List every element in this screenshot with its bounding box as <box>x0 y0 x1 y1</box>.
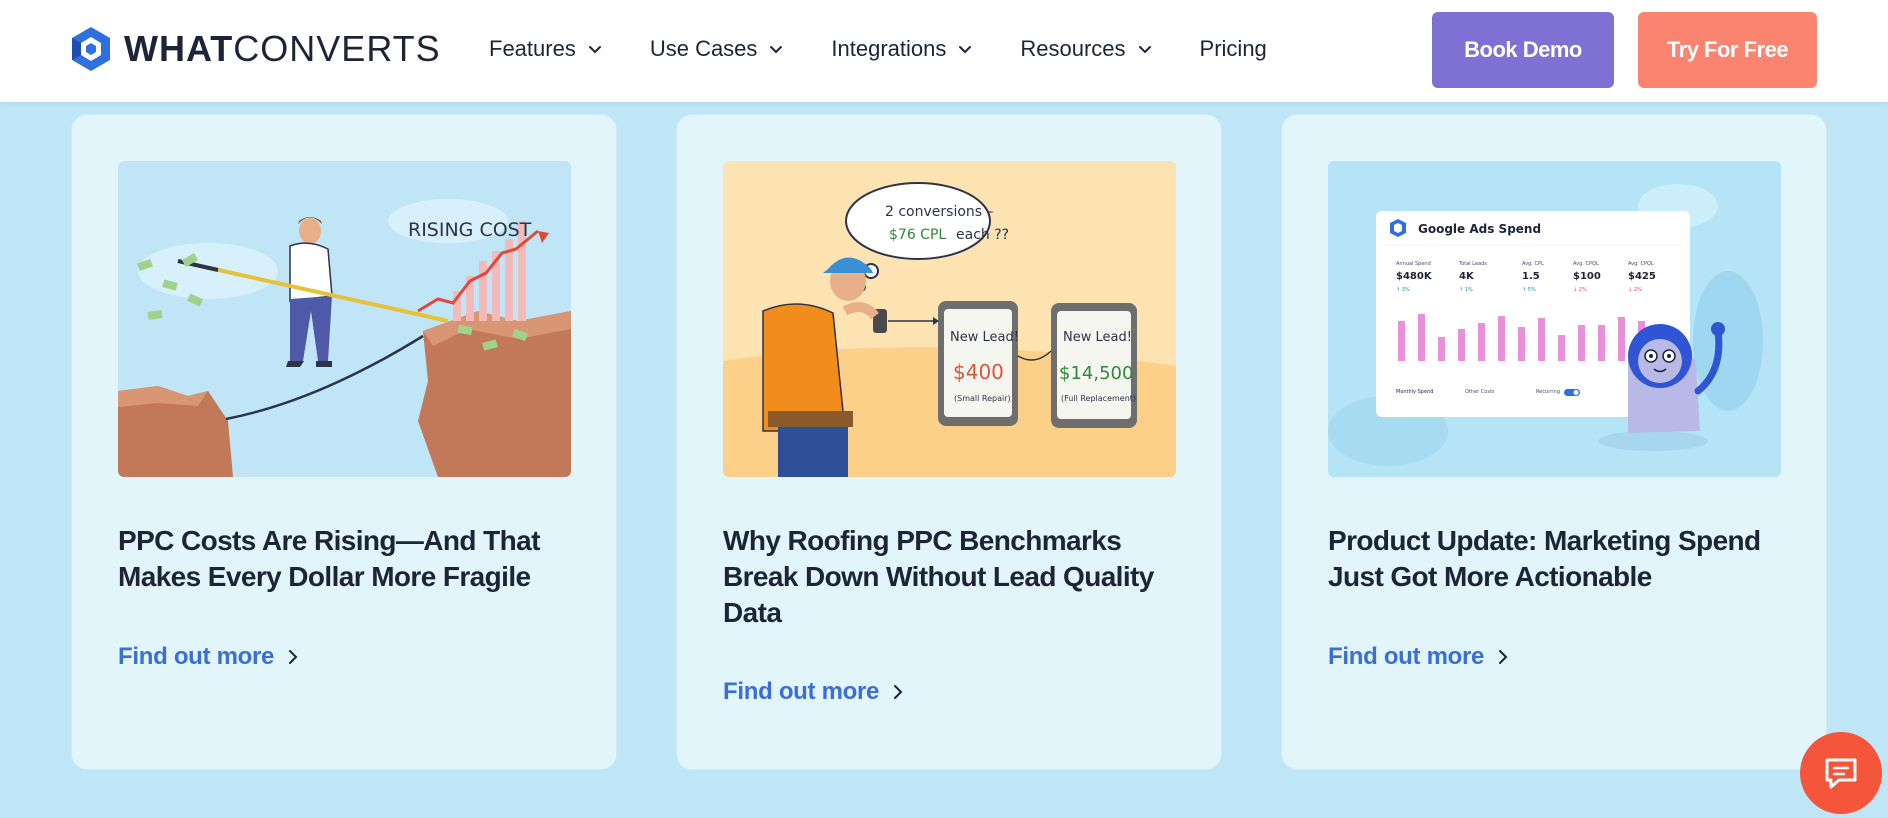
bubble-line-1: 2 conversions – <box>885 204 994 220</box>
stat-label: Avg. CPQL <box>1573 261 1599 267</box>
chat-bubble-icon <box>1825 758 1857 789</box>
stat-label: Total Leads <box>1458 261 1487 267</box>
card-image-google-ads-spend[interactable]: Google Ads Spend Annual Spend $480K ↑ 3%… <box>1328 161 1781 477</box>
stat-value: $425 <box>1628 271 1656 282</box>
stat-label: Avg. CPL <box>1522 261 1544 267</box>
stat-badge: ↓ 2% <box>1628 287 1642 293</box>
stat-value: 1.5 <box>1522 271 1540 282</box>
chevron-down-icon <box>588 46 601 54</box>
logo-what: WHAT <box>124 28 234 69</box>
rising-cost-caption: RISING COST <box>408 219 532 241</box>
card-title[interactable]: Product Update: Marketing Spend Just Got… <box>1328 523 1788 595</box>
legend-monthly: Monthly Spend <box>1396 389 1433 395</box>
chevron-right-icon <box>1499 650 1508 664</box>
card-image-rising-cost[interactable]: RISING COST <box>118 161 571 477</box>
stat-label: Annual Spend <box>1396 261 1431 267</box>
stat-label: Avg. CPQL <box>1628 261 1654 267</box>
phone1-note: (Small Repair) <box>954 394 1011 403</box>
legend-recurring: Recurring <box>1536 389 1560 395</box>
stat-badge: ↑ 5% <box>1522 287 1536 293</box>
stat-badge: ↑ 1% <box>1459 287 1473 293</box>
phone2-title: New Lead! <box>1063 330 1132 345</box>
legend-other: Other Costs <box>1465 389 1495 395</box>
chevron-down-icon <box>959 46 972 54</box>
find-out-more-link[interactable]: Find out more <box>118 643 300 671</box>
find-out-more-link[interactable]: Find out more <box>723 678 905 706</box>
article-card-roofing-ppc[interactable]: 2 conversions – $76 CPL each ?? New Lead… <box>676 114 1222 770</box>
find-out-more-label: Find out more <box>118 643 275 670</box>
main-nav: Features Use Cases Integrations Resource… <box>489 36 1315 62</box>
stat-badge: ↓ 2% <box>1573 287 1587 293</box>
phone1-value: $400 <box>953 360 1004 384</box>
site-header: WHATCONVERTS Features Use Cases Integrat… <box>0 0 1888 102</box>
article-card-ppc-costs[interactable]: RISING COST PPC Costs Are Rising—And Tha… <box>71 114 617 770</box>
stat-badge: ↑ 3% <box>1396 287 1410 293</box>
nav-resources-label: Resources <box>1020 36 1126 61</box>
nav-integrations[interactable]: Integrations <box>831 36 972 62</box>
chevron-right-icon <box>894 685 903 699</box>
stat-value: 4K <box>1459 271 1475 282</box>
bubble-cpl: $76 CPL <box>889 227 946 243</box>
book-demo-button[interactable]: Book Demo <box>1432 12 1614 88</box>
nav-pricing-label: Pricing <box>1199 36 1267 61</box>
logo[interactable]: WHATCONVERTS <box>70 26 441 72</box>
phone2-value: $14,500 <box>1059 363 1133 384</box>
chevron-down-icon <box>770 46 783 54</box>
stat-value: $480K <box>1396 271 1433 282</box>
google-ads-spend-illustration: Google Ads Spend Annual Spend $480K ↑ 3%… <box>1328 161 1781 477</box>
nav-features[interactable]: Features <box>489 36 602 62</box>
nav-use-cases[interactable]: Use Cases <box>650 36 784 62</box>
try-for-free-button[interactable]: Try For Free <box>1638 12 1817 88</box>
nav-pricing[interactable]: Pricing <box>1200 36 1267 62</box>
phone-full-replacement: New Lead! $14,500 (Full Replacement) <box>1051 303 1137 428</box>
nav-resources[interactable]: Resources <box>1020 36 1151 62</box>
phone-small-repair: New Lead! $400 (Small Repair) <box>938 301 1019 426</box>
find-out-more-label: Find out more <box>723 678 880 705</box>
chevron-down-icon <box>1138 46 1151 54</box>
nav-features-label: Features <box>489 36 576 61</box>
rising-cost-illustration: RISING COST <box>118 161 571 477</box>
card-title[interactable]: Why Roofing PPC Benchmarks Break Down Wi… <box>723 523 1183 631</box>
find-out-more-label: Find out more <box>1328 643 1485 670</box>
card-title[interactable]: PPC Costs Are Rising—And That Makes Ever… <box>118 523 578 595</box>
card-image-roofing[interactable]: 2 conversions – $76 CPL each ?? New Lead… <box>723 161 1176 477</box>
logo-converts: CONVERTS <box>233 28 441 69</box>
phone2-note: (Full Replacement) <box>1061 394 1136 403</box>
nav-use-cases-label: Use Cases <box>649 36 758 61</box>
chevron-right-icon <box>289 650 298 664</box>
whatconverts-hex-icon <box>72 27 110 71</box>
nav-integrations-label: Integrations <box>831 36 947 61</box>
phone1-title: New Lead! <box>950 330 1019 345</box>
stat-value: $100 <box>1573 271 1601 282</box>
article-card-marketing-spend[interactable]: Google Ads Spend Annual Spend $480K ↑ 3%… <box>1281 114 1827 770</box>
find-out-more-link[interactable]: Find out more <box>1328 643 1510 671</box>
bubble-each: each ?? <box>956 227 1009 243</box>
logo-wordmark: WHATCONVERTS <box>124 28 441 70</box>
panel-title: Google Ads Spend <box>1418 222 1541 236</box>
chat-launcher-button[interactable] <box>1800 732 1882 814</box>
roofing-illustration: 2 conversions – $76 CPL each ?? New Lead… <box>723 161 1176 477</box>
